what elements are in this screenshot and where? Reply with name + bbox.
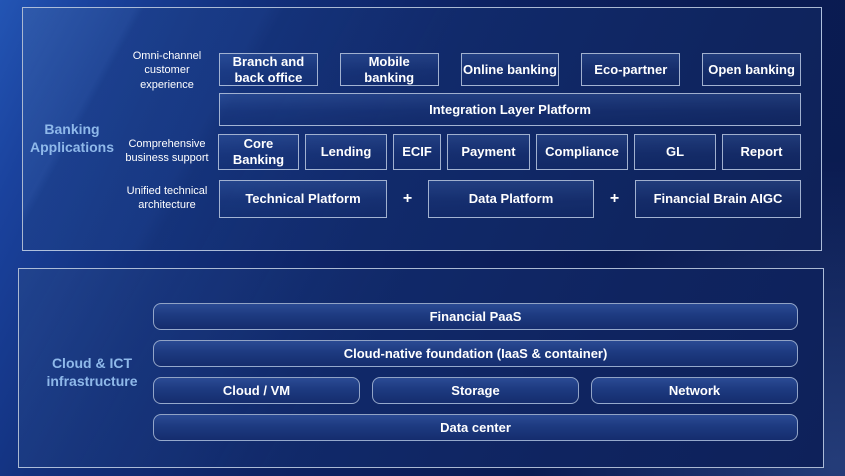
box-financial-brain-aigc: Financial Brain AIGC — [635, 180, 801, 218]
integration-layer-row: Integration Layer Platform — [219, 93, 801, 126]
box-gl: GL — [634, 134, 716, 170]
box-data-center: Data center — [153, 414, 798, 441]
banking-architecture-diagram: { "colors": { "section_label": "#8fb9ea"… — [0, 0, 845, 476]
box-eco-partner: Eco-partner — [581, 53, 680, 86]
box-cloud-native-foundation: Cloud-native foundation (IaaS & containe… — [153, 340, 798, 367]
banking-applications-panel: Banking Applications Omni-channel custom… — [22, 7, 822, 251]
box-data-platform: Data Platform — [428, 180, 594, 218]
cloud-ict-infrastructure-panel: Cloud & ICT infrastructure Financial Paa… — [18, 268, 824, 468]
box-integration-layer-platform: Integration Layer Platform — [219, 93, 801, 126]
box-financial-paas: Financial PaaS — [153, 303, 798, 330]
cloud-ict-section-label: Cloud & ICT infrastructure — [27, 355, 157, 391]
box-lending: Lending — [305, 134, 387, 170]
box-compliance: Compliance — [536, 134, 628, 170]
resource-boxes-row: Cloud / VM Storage Network — [153, 377, 798, 404]
plus-separator: + — [387, 180, 428, 218]
box-storage: Storage — [372, 377, 579, 404]
omni-channel-row-label: Omni-channel customer experience — [117, 49, 217, 92]
channel-boxes-row: Branch and back office Mobile banking On… — [219, 53, 801, 86]
box-online-banking: Online banking — [461, 53, 560, 86]
business-support-row-label: Comprehensive business support — [117, 137, 217, 166]
box-open-banking: Open banking — [702, 53, 801, 86]
banking-applications-section-label: Banking Applications — [23, 121, 121, 157]
box-network: Network — [591, 377, 798, 404]
box-core-banking: Core Banking — [218, 134, 299, 170]
business-boxes-row: Core Banking Lending ECIF Payment Compli… — [218, 134, 801, 170]
box-report: Report — [722, 134, 801, 170]
box-ecif: ECIF — [393, 134, 441, 170]
box-payment: Payment — [447, 134, 530, 170]
box-technical-platform: Technical Platform — [219, 180, 387, 218]
infrastructure-stack: Financial PaaS Cloud-native foundation (… — [153, 303, 798, 441]
box-cloud-vm: Cloud / VM — [153, 377, 360, 404]
box-branch-and-back-office: Branch and back office — [219, 53, 318, 86]
platform-boxes-row: Technical Platform + Data Platform + Fin… — [219, 180, 801, 218]
technical-architecture-row-label: Unified technical architecture — [117, 184, 217, 213]
plus-separator: + — [594, 180, 635, 218]
box-mobile-banking: Mobile banking — [340, 53, 439, 86]
